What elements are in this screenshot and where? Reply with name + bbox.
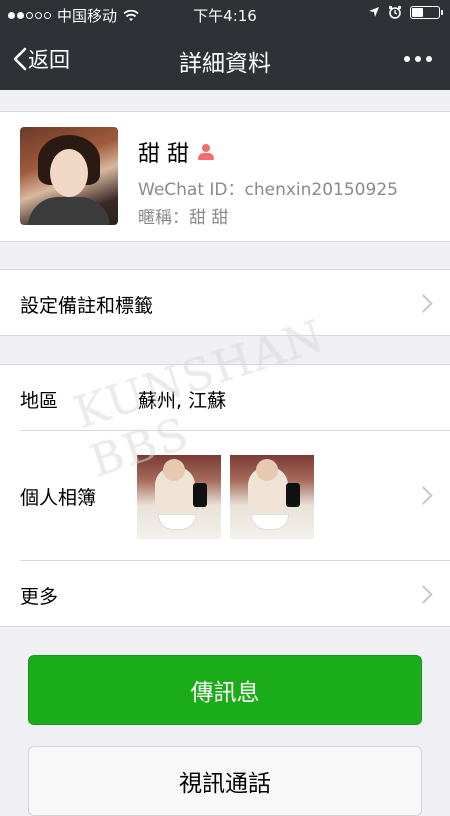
album-thumbnail[interactable] <box>137 455 221 539</box>
nickname: 暱稱：甜 甜 <box>138 208 229 228</box>
profile-card: 甜 甜 WeChat ID：chenxin20150925 暱稱：甜 甜 <box>0 111 450 242</box>
info-card: 地區 蘇州, 江蘇 個人相簿 更多 <box>0 364 450 627</box>
status-bar: 中国移动 下午4:16 <box>0 0 450 30</box>
chevron-right-icon <box>414 585 433 604</box>
navigation-bar: 返回 詳細資料 <box>0 30 450 90</box>
page-title: 詳細資料 <box>179 51 271 77</box>
divider <box>20 560 450 561</box>
chevron-right-icon <box>414 486 433 505</box>
name-row: 甜 甜 <box>138 136 215 168</box>
region-value: 蘇州, 江蘇 <box>138 390 227 412</box>
avatar[interactable] <box>20 127 118 225</box>
status-right <box>368 5 443 19</box>
wechat-id: WeChat ID：chenxin20150925 <box>138 180 398 200</box>
chevron-right-icon <box>414 294 433 313</box>
personal-album-label: 個人相簿 <box>20 487 97 509</box>
set-remarks-tags-label: 設定備註和標籤 <box>20 295 154 317</box>
send-message-button[interactable]: 傳訊息 <box>28 655 422 725</box>
album-thumbnail[interactable] <box>230 455 314 539</box>
more-label: 更多 <box>20 586 59 608</box>
more-options-icon[interactable] <box>404 56 432 62</box>
set-remarks-tags-row[interactable]: 設定備註和標籤 <box>0 269 450 336</box>
alarm-clock-icon <box>388 5 402 19</box>
female-gender-icon <box>197 143 215 161</box>
divider <box>20 430 450 431</box>
region-label: 地區 <box>20 390 59 412</box>
location-arrow-icon <box>369 7 379 17</box>
battery-icon <box>410 5 443 19</box>
video-call-button[interactable]: 視訊通話 <box>28 746 422 816</box>
contact-name: 甜 甜 <box>138 142 189 167</box>
